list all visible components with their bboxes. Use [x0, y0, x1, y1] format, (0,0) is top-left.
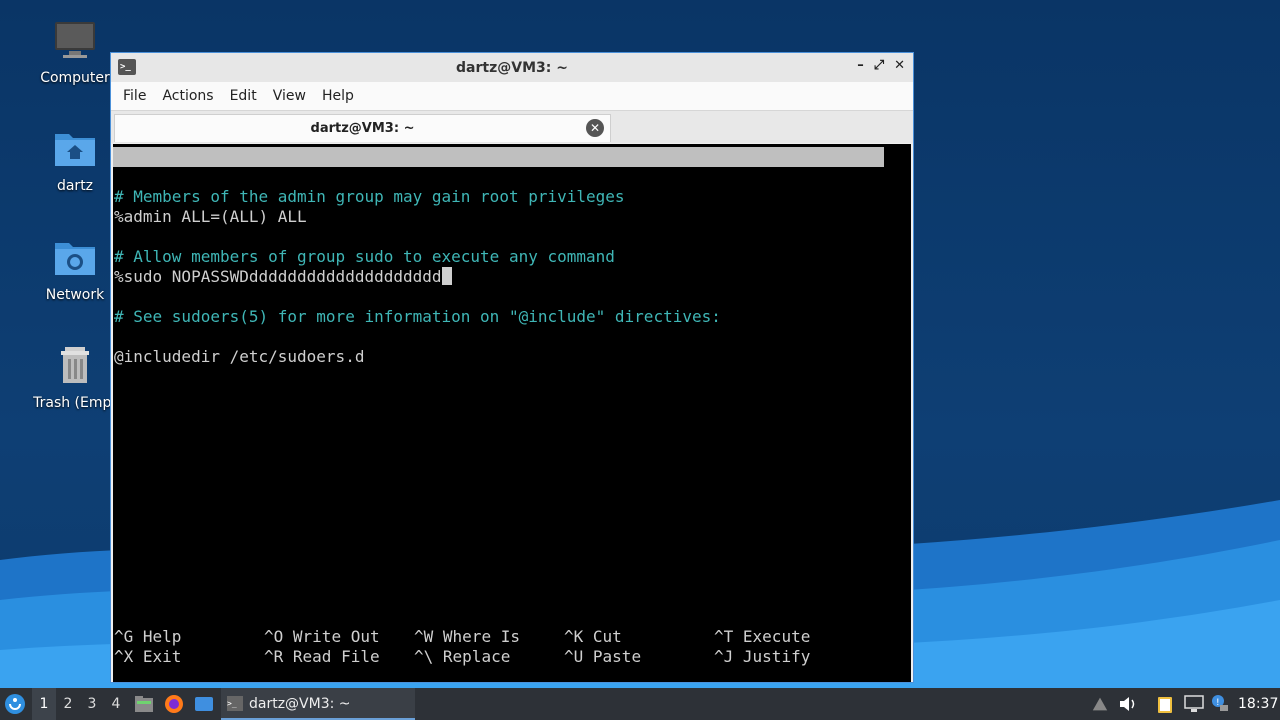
shortcut-justify[interactable]: ^J Justify — [714, 647, 810, 667]
menubar: File Actions Edit View Help — [111, 82, 913, 110]
maximize-icon[interactable]: ⤢ — [874, 58, 884, 73]
file-manager-icon[interactable] — [134, 694, 154, 714]
taskbar-terminal-button[interactable]: >_ dartz@VM3: ~ — [221, 688, 415, 720]
menu-view[interactable]: View — [265, 88, 314, 104]
computer-icon — [55, 22, 95, 58]
workspace-1[interactable]: 1 — [32, 688, 56, 720]
menu-actions[interactable]: Actions — [154, 88, 221, 104]
shortcut-write-out[interactable]: ^O Write Out — [264, 627, 380, 647]
window-title: dartz@VM3: ~ — [456, 59, 568, 76]
file-line: %admin ALL=(ALL) ALL — [114, 207, 307, 226]
terminal-icon: >_ — [227, 696, 243, 711]
taskbar: 1 2 3 4 >_ dartz@VM3: ~ ! 18:37 — [0, 688, 1280, 720]
workspace-3[interactable]: 3 — [80, 688, 104, 720]
menu-help[interactable]: Help — [314, 88, 362, 104]
minimize-icon[interactable]: – — [857, 58, 864, 73]
start-menu-icon[interactable] — [4, 693, 26, 715]
tab-bar: dartz@VM3: ~ ✕ — [111, 110, 913, 143]
home-folder-icon — [55, 134, 95, 166]
tray-arrow-icon[interactable] — [1092, 697, 1108, 711]
workspace-2[interactable]: 2 — [56, 688, 80, 720]
trash-icon — [61, 347, 89, 383]
tab-terminal[interactable]: dartz@VM3: ~ ✕ — [114, 114, 611, 142]
terminal-window: >_ dartz@VM3: ~ – ⤢ ✕ File Actions Edit … — [110, 52, 914, 683]
file-line: # Members of the admin group may gain ro… — [114, 187, 625, 206]
file-line-text: %sudo NOPASSWDdddddddddddddddddddd — [114, 267, 442, 286]
text-cursor — [441, 267, 452, 285]
file-line: # See sudoers(5) for more information on… — [114, 307, 721, 326]
network-folder-icon — [55, 243, 95, 275]
nano-titlebar: GNU nano 5.6.1 /etc/sudoers.tmp * — [113, 147, 884, 206]
workspace-4[interactable]: 4 — [104, 688, 128, 720]
menu-file[interactable]: File — [115, 88, 154, 104]
svg-text:!: ! — [1216, 698, 1220, 708]
shortcut-paste[interactable]: ^U Paste — [564, 647, 641, 667]
clock[interactable]: 18:37 — [1238, 688, 1278, 720]
tab-label: dartz@VM3: ~ — [310, 121, 415, 136]
shortcut-execute[interactable]: ^T Execute — [714, 627, 810, 647]
shortcut-where-is[interactable]: ^W Where Is — [414, 627, 520, 647]
clipboard-icon[interactable] — [1156, 694, 1174, 714]
window-titlebar[interactable]: >_ dartz@VM3: ~ – ⤢ ✕ — [111, 53, 913, 82]
taskbar-task-label: dartz@VM3: ~ — [249, 696, 351, 712]
nano-version: GNU nano 5.6.1 — [134, 167, 269, 186]
terminal-app-icon: >_ — [118, 59, 136, 75]
menu-edit[interactable]: Edit — [222, 88, 265, 104]
shortcut-exit[interactable]: ^X Exit — [114, 647, 181, 667]
firefox-icon[interactable] — [164, 694, 184, 714]
notification-icon[interactable]: ! — [1210, 693, 1230, 713]
terminal-area[interactable]: GNU nano 5.6.1 /etc/sudoers.tmp * # Memb… — [113, 144, 911, 682]
network-status-icon[interactable] — [1184, 695, 1204, 713]
shortcut-replace[interactable]: ^\ Replace — [414, 647, 510, 667]
desktop-show-icon[interactable] — [194, 694, 214, 714]
file-line: # Allow members of group sudo to execute… — [114, 247, 615, 266]
shortcut-read-file[interactable]: ^R Read File — [264, 647, 380, 667]
file-line-with-cursor: %sudo NOPASSWDdddddddddddddddddddd — [114, 267, 452, 287]
close-icon[interactable]: ✕ — [894, 58, 905, 73]
shortcut-cut[interactable]: ^K Cut — [564, 627, 622, 647]
volume-icon[interactable] — [1118, 695, 1138, 713]
tab-close-icon[interactable]: ✕ — [586, 119, 604, 137]
shortcut-help[interactable]: ^G Help — [114, 627, 181, 647]
file-line: @includedir /etc/sudoers.d — [114, 347, 365, 366]
